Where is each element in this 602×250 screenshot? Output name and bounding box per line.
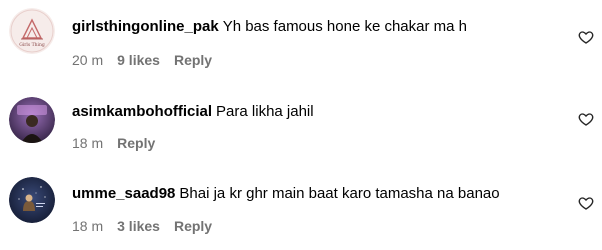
heart-outline-icon[interactable] xyxy=(578,111,594,127)
comment-time: 18 m xyxy=(72,135,104,151)
comment-username[interactable]: umme_saad98 xyxy=(72,185,175,202)
svg-text:Girls Thing: Girls Thing xyxy=(19,42,45,48)
girlsthing-logo-avatar: Girls Thing xyxy=(9,8,55,54)
comment-text: Bhai ja kr ghr main baat karo tamasha na… xyxy=(179,185,500,202)
comment-text: Para likha jahil xyxy=(216,103,314,120)
reply-button[interactable]: Reply xyxy=(174,217,212,235)
comment-text: Yh bas famous hone ke chakar ma h xyxy=(222,18,467,35)
avatar[interactable] xyxy=(9,177,55,223)
comment-likes[interactable]: 9 likes xyxy=(117,51,160,69)
reply-button[interactable]: Reply xyxy=(117,134,155,152)
comment-time: 18 m xyxy=(72,218,104,234)
avatar[interactable]: Girls Thing xyxy=(9,8,55,54)
comment-time: 20 m xyxy=(72,52,104,68)
comment-username[interactable]: asimkambohofficial xyxy=(72,103,212,120)
night-sky-avatar xyxy=(9,177,55,223)
profile-photo-avatar xyxy=(9,97,55,143)
comment-username[interactable]: girlsthingonline_pak xyxy=(72,18,219,35)
avatar[interactable] xyxy=(9,97,55,143)
heart-outline-icon[interactable] xyxy=(578,195,594,211)
heart-outline-icon[interactable] xyxy=(578,29,594,45)
comment-likes[interactable]: 3 likes xyxy=(117,217,160,235)
reply-button[interactable]: Reply xyxy=(174,51,212,69)
